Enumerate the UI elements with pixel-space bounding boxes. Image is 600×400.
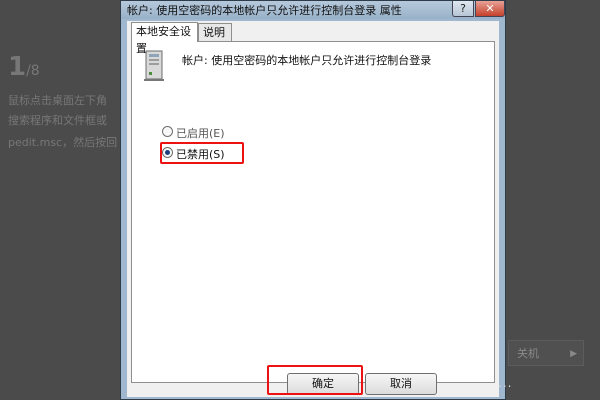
step-number: 1 [8, 52, 27, 82]
cancel-button[interactable]: 取消 [365, 373, 437, 395]
dialog-title: 帐户: 使用空密码的本地帐户只允许进行控制台登录 属性 [127, 4, 402, 17]
help-button[interactable]: ? [452, 1, 474, 17]
step-total: /8 [26, 63, 40, 79]
step-counter: 1/8 [8, 52, 40, 82]
annotation-highlight-ok [267, 365, 363, 395]
policy-computer-icon [144, 50, 164, 81]
close-button[interactable]: ✕ [475, 1, 505, 17]
background-line-3: pedit.msc，然后按回 [8, 136, 118, 149]
shutdown-button[interactable]: 关机 ▶ [508, 340, 584, 366]
annotation-highlight-disabled [160, 142, 244, 164]
tab-local-security-setting[interactable]: 本地安全设置 [131, 22, 198, 55]
tab-explain[interactable]: 说明 [198, 23, 232, 41]
enabled-radio[interactable] [162, 126, 173, 137]
background-line-2: 搜索程序和文件框或 [8, 114, 107, 127]
enabled-label: 已启用(E) [176, 127, 225, 140]
title-bar[interactable]: 帐户: 使用空密码的本地帐户只允许进行控制台登录 属性 ? ✕ [121, 1, 505, 19]
shutdown-label: 关机 [517, 347, 539, 360]
dialog-client: 本地安全设置 说明 帐户: 使用空密码的本地帐户只允许进行控制台登录 已启用(E… [127, 21, 499, 397]
chevron-right-icon: ▶ [570, 349, 577, 359]
tab-panel: 帐户: 使用空密码的本地帐户只允许进行控制台登录 已启用(E) 已禁用(S) [131, 41, 495, 383]
policy-name: 帐户: 使用空密码的本地帐户只允许进行控制台登录 [182, 54, 432, 67]
background-line-1: 鼠标点击桌面左下角 [8, 94, 107, 107]
watermark: ... [498, 376, 513, 390]
properties-dialog: 帐户: 使用空密码的本地帐户只允许进行控制台登录 属性 ? ✕ 本地安全设置 说… [120, 0, 506, 400]
